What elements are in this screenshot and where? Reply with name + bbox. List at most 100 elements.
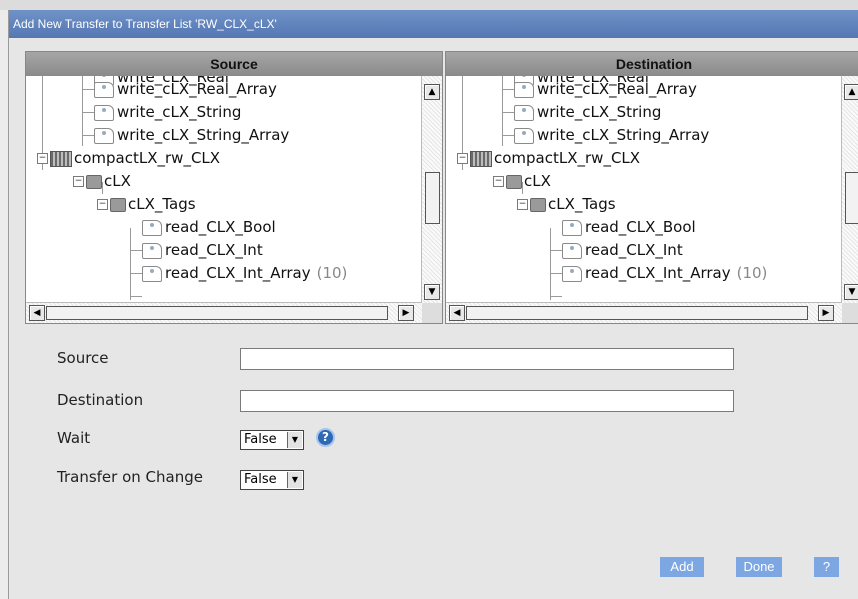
scroll-thumb[interactable] (845, 172, 858, 224)
scroll-right-icon[interactable]: ▶ (398, 305, 414, 321)
controller-icon (50, 150, 72, 167)
tree-item[interactable]: − cLX (73, 170, 131, 192)
collapse-icon[interactable]: − (493, 176, 504, 187)
program-icon (506, 174, 522, 189)
tree-item-label: write_cLX_Real_Array (117, 80, 277, 98)
tree-item-label: write_cLX_Real_Array (537, 80, 697, 98)
scroll-down-icon[interactable]: ▼ (424, 284, 440, 300)
source-vertical-scrollbar[interactable]: ▲ ▼ (421, 76, 442, 304)
collapse-icon[interactable]: − (97, 199, 108, 210)
tag-icon (514, 127, 534, 144)
tag-icon (562, 265, 582, 282)
folder-icon (110, 197, 126, 212)
tree-item-label: compactLX_rw_CLX (494, 149, 641, 167)
add-button[interactable]: Add (660, 557, 704, 577)
tree-line (82, 112, 94, 113)
array-count: (10) (736, 264, 768, 282)
tree-item[interactable]: − compactLX_rw_CLX (457, 147, 640, 169)
folder-icon (530, 197, 546, 212)
help-button[interactable]: ? (814, 557, 839, 577)
tree-item[interactable]: read_CLX_Int_Array (10) (562, 262, 767, 284)
source-input[interactable] (240, 348, 734, 370)
tree-item[interactable]: read_CLX_Bool (142, 216, 276, 238)
tree-item[interactable]: read_CLX_Int (142, 239, 263, 261)
dropdown-arrow-icon[interactable]: ▼ (287, 472, 302, 488)
tree-item-label: write_cLX_String_Array (117, 126, 290, 144)
tree-line (550, 296, 562, 297)
tree-item[interactable]: read_CLX_Int_Array (10) (142, 262, 347, 284)
tree-item[interactable]: read_CLX_Int (562, 239, 683, 261)
tree-line (130, 273, 142, 274)
destination-input[interactable] (240, 390, 734, 412)
source-horizontal-scrollbar[interactable]: ◀ ▶ (26, 302, 422, 323)
scroll-thumb[interactable] (425, 172, 440, 224)
tree-item-label: read_CLX_Bool (585, 218, 696, 236)
array-count: (10) (316, 264, 348, 282)
tree-item[interactable]: write_cLX_String_Array (94, 124, 289, 146)
collapse-icon[interactable]: − (37, 153, 48, 164)
tree-item[interactable]: − cLX_Tags (97, 193, 196, 215)
destination-tree[interactable]: write_cLX_Real write_cLX_Real_Array writ… (446, 76, 842, 304)
tree-line (130, 250, 142, 251)
tree-line (130, 228, 131, 300)
background-strip (0, 0, 858, 10)
tag-icon (94, 81, 114, 98)
tag-icon (562, 242, 582, 259)
tree-item-label: write_cLX_String (537, 103, 662, 121)
tree-item[interactable]: write_cLX_Real_Array (94, 78, 277, 100)
tree-item-label: read_CLX_Bool (165, 218, 276, 236)
wait-label: Wait (57, 429, 91, 447)
scroll-up-icon[interactable]: ▲ (844, 84, 858, 100)
tree-item-label: write_cLX_String_Array (537, 126, 710, 144)
wait-select-value: False (244, 432, 277, 447)
tree-item-label: cLX (524, 172, 551, 190)
source-label: Source (57, 349, 109, 367)
scroll-corner (422, 303, 442, 323)
scroll-thumb[interactable] (466, 306, 808, 320)
destination-vertical-scrollbar[interactable]: ▲ ▼ (841, 76, 858, 304)
tree-line (550, 250, 562, 251)
scroll-down-icon[interactable]: ▼ (844, 284, 858, 300)
source-pane: Source write_cLX_Real write_cLX_Real_Arr… (25, 51, 443, 324)
collapse-icon[interactable]: − (457, 153, 468, 164)
tree-item[interactable]: write_cLX_Real_Array (514, 78, 697, 100)
tree-item[interactable]: − cLX_Tags (517, 193, 616, 215)
done-button[interactable]: Done (736, 557, 782, 577)
program-icon (86, 174, 102, 189)
tree-line (82, 89, 94, 90)
tag-icon (94, 127, 114, 144)
tree-item[interactable]: write_cLX_String (514, 101, 661, 123)
tag-icon (562, 219, 582, 236)
scroll-thumb[interactable] (46, 306, 388, 320)
collapse-icon[interactable]: − (73, 176, 84, 187)
scroll-left-icon[interactable]: ◀ (449, 305, 465, 321)
scroll-right-icon[interactable]: ▶ (818, 305, 834, 321)
tree-item[interactable]: − compactLX_rw_CLX (37, 147, 220, 169)
dropdown-arrow-icon[interactable]: ▼ (287, 432, 302, 448)
destination-pane: Destination write_cLX_Real write_cLX_Rea… (445, 51, 858, 324)
transfer-on-change-select[interactable]: False ▼ (240, 470, 304, 490)
transfer-on-change-label: Transfer on Change (57, 468, 203, 486)
tag-icon (94, 104, 114, 121)
dialog-title: Add New Transfer to Transfer List 'RW_CL… (9, 10, 858, 38)
tree-item-label: write_cLX_String (117, 103, 242, 121)
tree-line (550, 228, 551, 300)
tree-item[interactable]: write_cLX_String (94, 101, 241, 123)
tree-item[interactable]: write_cLX_String_Array (514, 124, 709, 146)
tree-item-label: read_CLX_Int (165, 241, 263, 259)
scroll-corner (842, 303, 858, 323)
scroll-left-icon[interactable]: ◀ (29, 305, 45, 321)
destination-horizontal-scrollbar[interactable]: ◀ ▶ (446, 302, 842, 323)
wait-help-icon[interactable]: ? (316, 428, 335, 447)
tree-item[interactable]: − cLX (493, 170, 551, 192)
wait-select[interactable]: False ▼ (240, 430, 304, 450)
source-tree[interactable]: write_cLX_Real write_cLX_Real_Array writ… (26, 76, 422, 304)
scroll-up-icon[interactable]: ▲ (424, 84, 440, 100)
tree-item-label: compactLX_rw_CLX (74, 149, 221, 167)
tree-line (130, 296, 142, 297)
tree-item-label: cLX (104, 172, 131, 190)
tree-line (550, 273, 562, 274)
tree-item[interactable]: read_CLX_Bool (562, 216, 696, 238)
collapse-icon[interactable]: − (517, 199, 528, 210)
tag-icon (514, 104, 534, 121)
